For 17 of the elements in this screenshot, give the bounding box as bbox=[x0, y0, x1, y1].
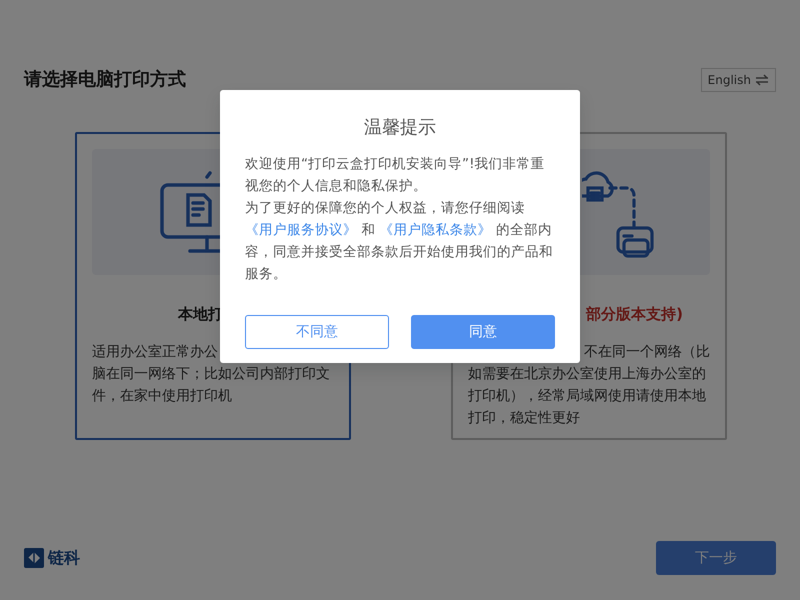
disagree-button[interactable]: 不同意 bbox=[245, 315, 389, 349]
card-description-line: 不在同一个网络（比 bbox=[584, 343, 710, 362]
card-description-line: 适用办公室正常办公 bbox=[92, 343, 218, 362]
card-title: 部分版本支持) bbox=[586, 305, 683, 323]
logo-text: 链科 bbox=[48, 547, 80, 569]
agree-button[interactable]: 同意 bbox=[411, 315, 555, 349]
page-title: 请选择电脑打印方式 bbox=[24, 69, 186, 91]
card-description-line: 脑在同一网络下；比如公司内部打印文 bbox=[92, 365, 330, 384]
card-description-line: 件，在家中使用打印机 bbox=[92, 387, 232, 406]
logo-icon bbox=[24, 548, 44, 568]
swap-icon bbox=[755, 74, 769, 86]
dialog-title: 温馨提示 bbox=[363, 116, 437, 140]
card-description-line: 打印机），经常局域网使用请使用本地 bbox=[468, 387, 706, 406]
card-description-line: 打印，稳定性更好 bbox=[468, 409, 580, 428]
language-button[interactable]: English bbox=[700, 68, 776, 92]
card-description-line: 如需要在北京办公室使用上海办公室的 bbox=[468, 365, 706, 384]
next-button[interactable]: 下一步 bbox=[656, 541, 776, 575]
